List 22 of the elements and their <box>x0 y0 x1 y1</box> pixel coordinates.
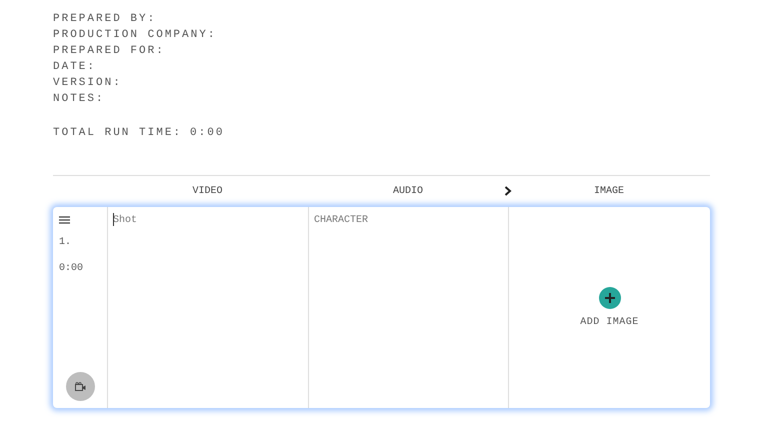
detail-label: PREPARED FOR: <box>53 45 165 57</box>
detail-label: PRODUCTION COMPANY: <box>53 29 216 41</box>
column-header: VIDEO <box>192 186 222 196</box>
detail-label: PREPARED BY: <box>53 13 156 25</box>
audio-field[interactable]: CHARACTER <box>309 206 508 408</box>
column-header: AUDIO <box>392 186 423 196</box>
detail-label: VERSION: <box>53 77 122 89</box>
shot-description-field[interactable]: Shot <box>108 206 308 408</box>
column-header: IMAGE <box>594 186 624 196</box>
camera-icon <box>75 382 86 390</box>
add-image-label[interactable]: ADD IMAGE <box>580 314 639 330</box>
shot-duration: 0:00 <box>59 262 84 274</box>
camera-button[interactable] <box>66 372 95 400</box>
add-image-button[interactable] <box>598 286 620 308</box>
plus-icon <box>604 292 614 302</box>
chevron-right-icon[interactable] <box>504 186 512 196</box>
shot-number: 1. <box>59 236 72 248</box>
total-run-time-value: 0:00 <box>190 126 224 141</box>
menu-icon[interactable] <box>59 216 70 224</box>
total-run-time-label: TOTAL RUN TIME: <box>53 126 182 141</box>
detail-label: NOTES: <box>53 93 105 105</box>
detail-label: DATE: <box>53 61 96 73</box>
